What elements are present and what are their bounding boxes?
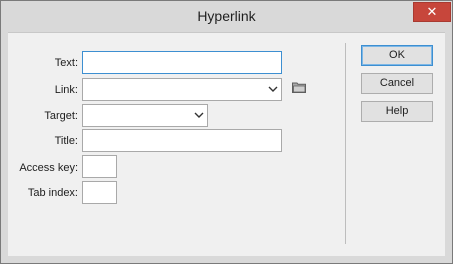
chevron-down-icon — [194, 112, 204, 118]
text-input[interactable] — [82, 51, 282, 74]
vertical-divider — [345, 43, 346, 244]
title-bar[interactable]: Hyperlink ✕ — [1, 1, 452, 32]
access-key-label: Access key: — [19, 162, 78, 174]
title-input[interactable] — [82, 129, 282, 152]
close-button[interactable]: ✕ — [413, 2, 451, 22]
folder-icon[interactable] — [292, 81, 306, 93]
close-icon: ✕ — [426, 4, 438, 19]
link-select[interactable] — [82, 78, 282, 101]
cancel-button[interactable]: Cancel — [361, 73, 433, 94]
ok-button[interactable]: OK — [361, 45, 433, 66]
hyperlink-dialog: Hyperlink ✕ Text: Link: Target: Title: A… — [0, 0, 453, 264]
target-select[interactable] — [82, 104, 208, 127]
dialog-body: Text: Link: Target: Title: Access key: T… — [8, 32, 445, 256]
dialog-title: Hyperlink — [197, 8, 256, 24]
title-label: Title: — [54, 135, 78, 147]
tab-index-label: Tab index: — [27, 187, 78, 199]
text-label: Text: — [54, 57, 78, 69]
target-label: Target: — [44, 110, 78, 122]
help-button[interactable]: Help — [361, 101, 433, 122]
tab-index-input[interactable] — [82, 181, 117, 204]
link-label: Link: — [54, 84, 78, 96]
chevron-down-icon — [268, 86, 278, 92]
access-key-input[interactable] — [82, 155, 117, 178]
